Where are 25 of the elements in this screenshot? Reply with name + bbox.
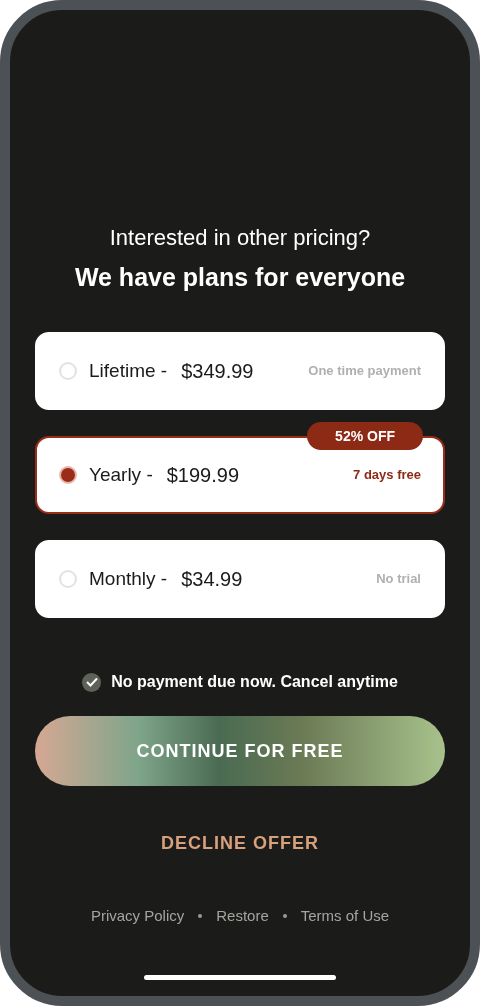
plan-option[interactable]: Monthly - $34.99 No trial	[35, 540, 445, 618]
consent-text: No payment due now. Cancel anytime	[111, 672, 398, 692]
plan-note: 7 days free	[353, 466, 421, 485]
continue-button[interactable]: CONTINUE FOR FREE	[35, 716, 445, 786]
plan-option[interactable]: Lifetime - $349.99 One time payment	[35, 332, 445, 410]
radio-button[interactable]	[59, 362, 77, 380]
checkmark-icon	[85, 677, 98, 687]
decline-button[interactable]: DECLINE OFFER	[161, 830, 319, 857]
plan-name: Yearly -	[89, 462, 153, 487]
plan-name: Lifetime -	[89, 358, 168, 383]
radio-button[interactable]	[59, 570, 77, 588]
footer-link[interactable]: Terms of Use	[300, 905, 390, 928]
plan-price: $199.99	[166, 463, 239, 488]
plan-price: $34.99	[181, 567, 243, 592]
title: We have plans for everyone	[74, 262, 406, 292]
discount-badge: 52% OFF	[307, 422, 423, 450]
subtitle: Interested in other pricing?	[109, 224, 371, 252]
footer-link[interactable]: Privacy Policy	[90, 905, 185, 928]
radio-button[interactable]	[59, 466, 77, 484]
plan-note: No trial	[376, 570, 421, 589]
footer-link[interactable]: Restore	[216, 905, 269, 928]
plan-price: $349.99	[181, 359, 254, 384]
plan-note: One time payment	[308, 362, 421, 381]
plan-name: Monthly -	[89, 566, 168, 591]
checkbox[interactable]	[82, 672, 102, 692]
